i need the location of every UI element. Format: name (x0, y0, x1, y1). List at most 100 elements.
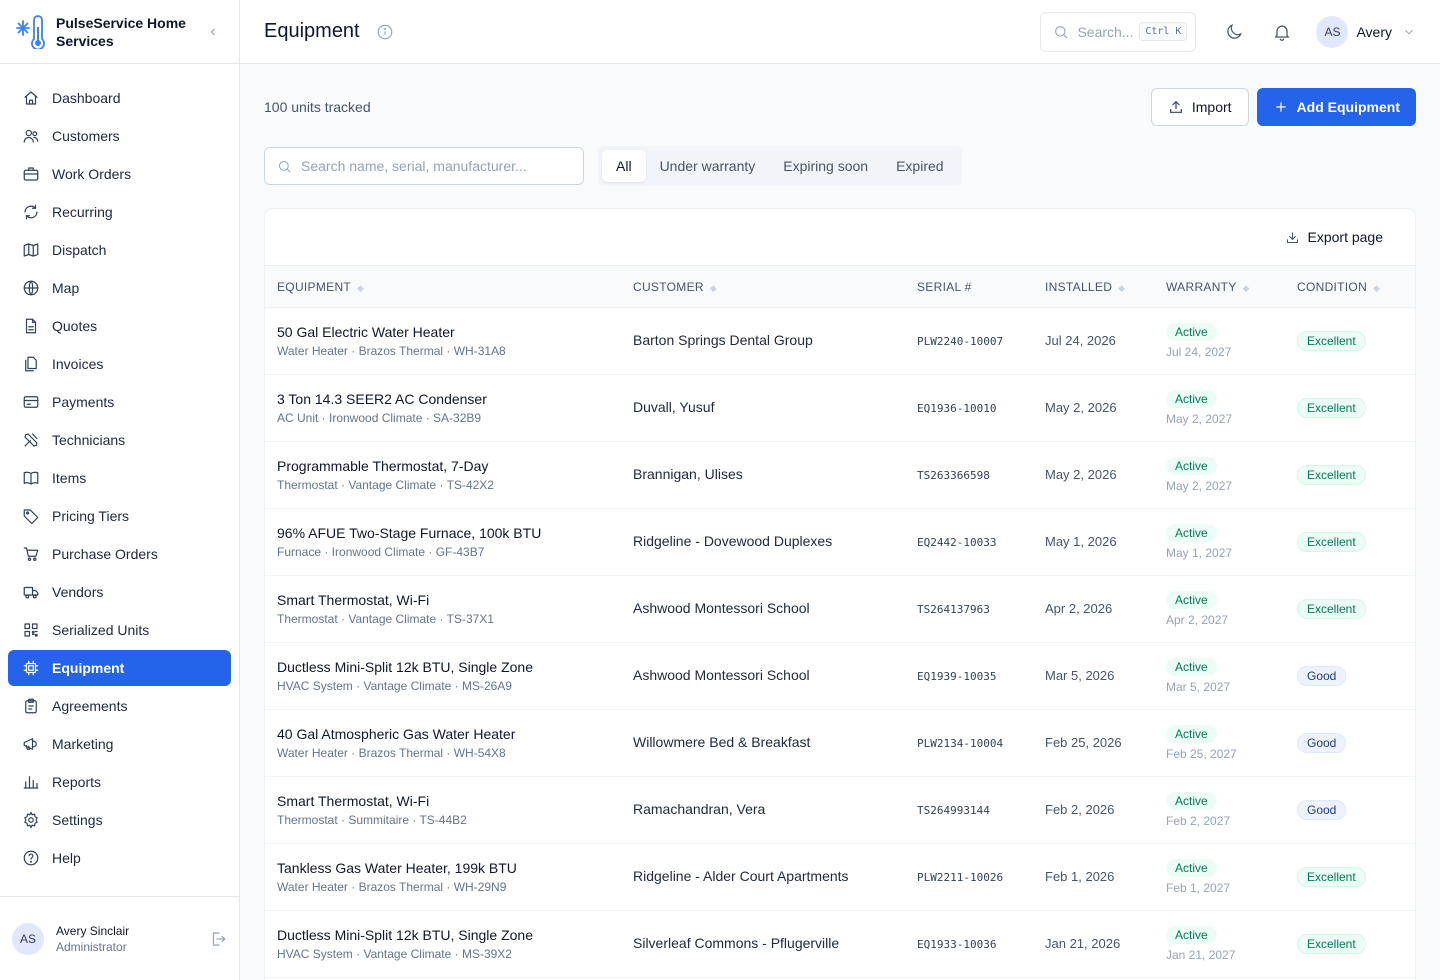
avatar[interactable]: AS (12, 922, 44, 955)
export-page-button[interactable]: Export page (1285, 229, 1383, 245)
customer-name[interactable]: Brannigan, Ulises (633, 466, 743, 482)
customer-name[interactable]: Barton Springs Dental Group (633, 332, 813, 348)
sidebar-item-reports[interactable]: Reports (8, 764, 231, 800)
sidebar-item-label: Purchase Orders (52, 546, 158, 562)
moon-icon[interactable] (1224, 22, 1244, 42)
sidebar-item-technicians[interactable]: Technicians (8, 422, 231, 458)
condition-cell: Excellent (1285, 575, 1415, 643)
table-row[interactable]: 96% AFUE Two-Stage Furnace, 100k BTU Furn… (265, 508, 1415, 576)
page-toolbar: 100 units tracked Import Add Equipment (264, 64, 1416, 150)
sidebar-item-pricing-tiers[interactable]: Pricing Tiers (8, 498, 231, 534)
table-row[interactable]: Smart Thermostat, Wi-Fi Thermostat · Summ… (265, 776, 1415, 844)
briefcase-icon (23, 167, 39, 181)
global-search[interactable]: Search... Ctrl K (1040, 11, 1197, 52)
account-menu[interactable]: AS Avery (1316, 15, 1416, 48)
sidebar-item-settings[interactable]: Settings (8, 802, 231, 838)
customer-name[interactable]: Ridgeline - Alder Court Apartments (633, 868, 849, 884)
customer-cell: Barton Springs Dental Group (621, 307, 905, 375)
warranty-status-badge: Active (1166, 725, 1217, 743)
installed-cell: Apr 2, 2026 (1033, 575, 1154, 643)
sidebar-item-help[interactable]: Help (8, 840, 231, 876)
column-header-equipment[interactable]: EQUIPMENT ◆ (265, 266, 621, 308)
user-role: Administrator (56, 939, 127, 954)
equipment-name[interactable]: Tankless Gas Water Heater, 199k BTU (277, 860, 621, 876)
column-header-customer[interactable]: CUSTOMER ◆ (621, 266, 905, 308)
equipment-name[interactable]: Programmable Thermostat, 7-Day (277, 458, 621, 474)
sidebar-item-agreements[interactable]: Agreements (8, 688, 231, 724)
installed-date: Jul 24, 2026 (1045, 333, 1116, 348)
sidebar-item-work-orders[interactable]: Work Orders (8, 156, 231, 192)
customer-name[interactable]: Ridgeline - Dovewood Duplexes (633, 533, 832, 549)
customer-name[interactable]: Ashwood Montessori School (633, 667, 810, 683)
installed-date: May 1, 2026 (1045, 534, 1117, 549)
serial-cell: PLW2211-10026 (905, 843, 1033, 911)
sidebar-item-invoices[interactable]: Invoices (8, 346, 231, 382)
table-row[interactable]: Programmable Thermostat, 7-Day Thermostat… (265, 441, 1415, 509)
condition-badge: Excellent (1297, 465, 1366, 485)
column-header-installed[interactable]: INSTALLED ◆ (1033, 266, 1154, 308)
sidebar-item-serialized-units[interactable]: Serialized Units (8, 612, 231, 648)
sort-icon: ◆ (1242, 282, 1250, 293)
user-name: Avery Sinclair (56, 923, 130, 938)
installed-cell: Jan 21, 2026 (1033, 910, 1154, 978)
sidebar-item-map[interactable]: Map (8, 270, 231, 306)
customer-name[interactable]: Ashwood Montessori School (633, 600, 810, 616)
collapse-sidebar-button[interactable]: ‹ (203, 23, 223, 41)
warranty-expiry: May 1, 2027 (1166, 546, 1233, 560)
sidebar-item-recurring[interactable]: Recurring (8, 194, 231, 230)
equipment-name[interactable]: Ductless Mini-Split 12k BTU, Single Zone (277, 659, 621, 675)
installed-date: Feb 2, 2026 (1045, 802, 1115, 817)
table-row[interactable]: 40 Gal Atmospheric Gas Water Heater Water… (265, 709, 1415, 777)
add-equipment-button[interactable]: Add Equipment (1256, 88, 1416, 126)
equipment-name[interactable]: Smart Thermostat, Wi-Fi (277, 793, 621, 809)
column-header-serial[interactable]: SERIAL # (905, 266, 1033, 308)
sidebar-item-items[interactable]: Items (8, 460, 231, 496)
sidebar-item-customers[interactable]: Customers (8, 118, 231, 154)
equipment-search[interactable] (264, 147, 584, 185)
warranty-cell: Active Feb 1, 2027 (1154, 843, 1285, 911)
sidebar: PulseService Home Services ‹ Dashboard Cu… (0, 0, 240, 980)
table-row[interactable]: Smart Thermostat, Wi-Fi Thermostat · Vant… (265, 575, 1415, 643)
table-row[interactable]: Ductless Mini-Split 12k BTU, Single Zone… (265, 910, 1415, 978)
table-row[interactable]: 50 Gal Electric Water Heater Water Heater… (265, 307, 1415, 375)
column-header-condition[interactable]: CONDITION ◆ (1285, 266, 1415, 308)
megaphone-icon (23, 738, 37, 750)
equipment-name[interactable]: 3 Ton 14.3 SEER2 AC Condenser (277, 391, 621, 407)
sidebar-item-payments[interactable]: Payments (8, 384, 231, 420)
sidebar-item-vendors[interactable]: Vendors (8, 574, 231, 610)
customer-name[interactable]: Ramachandran, Vera (633, 801, 765, 817)
customer-name[interactable]: Silverleaf Commons - Pflugerville (633, 935, 839, 951)
table-row[interactable]: 3 Ton 14.3 SEER2 AC Condenser AC Unit · I… (265, 374, 1415, 442)
sidebar-item-equipment[interactable]: Equipment (8, 650, 231, 686)
sidebar-item-quotes[interactable]: Quotes (8, 308, 231, 344)
sidebar-item-marketing[interactable]: Marketing (8, 726, 231, 762)
warranty-cell: Active Jan 21, 2027 (1154, 910, 1285, 978)
tab-all[interactable]: All (602, 150, 646, 182)
equipment-name[interactable]: 50 Gal Electric Water Heater (277, 324, 621, 340)
equipment-name[interactable]: Smart Thermostat, Wi-Fi (277, 592, 621, 608)
info-icon[interactable] (376, 23, 394, 41)
column-header-warranty[interactable]: WARRANTY ◆ (1154, 266, 1285, 308)
bell-icon[interactable] (1272, 22, 1292, 42)
table-row[interactable]: Ductless Mini-Split 12k BTU, Single Zone… (265, 642, 1415, 710)
equipment-name[interactable]: 96% AFUE Two-Stage Furnace, 100k BTU (277, 525, 621, 541)
customer-name[interactable]: Duvall, Yusuf (633, 399, 714, 415)
sidebar-item-label: Payments (52, 394, 115, 410)
download-icon (1286, 232, 1298, 243)
warranty-status-badge: Active (1166, 926, 1217, 944)
table-row[interactable]: Tankless Gas Water Heater, 199k BTU Water… (265, 843, 1415, 911)
logout-icon[interactable] (209, 930, 227, 948)
sidebar-item-dashboard[interactable]: Dashboard (8, 80, 231, 116)
tab-expiring-soon[interactable]: Expiring soon (769, 150, 882, 182)
equipment-search-input[interactable] (301, 158, 561, 174)
tab-expired[interactable]: Expired (882, 150, 957, 182)
tab-under-warranty[interactable]: Under warranty (646, 150, 770, 182)
customer-name[interactable]: Willowmere Bed & Breakfast (633, 734, 810, 750)
equipment-name[interactable]: 40 Gal Atmospheric Gas Water Heater (277, 726, 621, 742)
equipment-name[interactable]: Ductless Mini-Split 12k BTU, Single Zone (277, 927, 621, 943)
condition-badge: Excellent (1297, 867, 1366, 887)
sidebar-item-purchase-orders[interactable]: Purchase Orders (8, 536, 231, 572)
sidebar-item-dispatch[interactable]: Dispatch (8, 232, 231, 268)
import-button[interactable]: Import (1150, 88, 1249, 126)
warranty-expiry: May 2, 2027 (1166, 412, 1233, 426)
